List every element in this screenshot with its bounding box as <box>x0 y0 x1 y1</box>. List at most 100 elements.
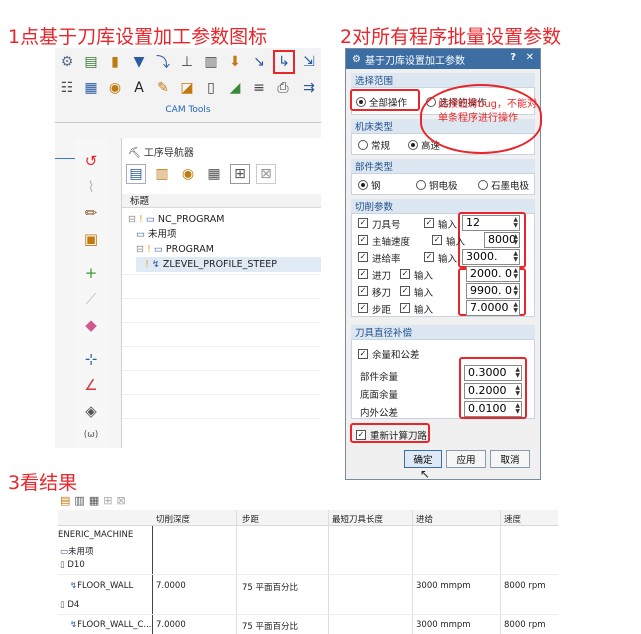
report-icon[interactable]: ▦ <box>81 78 101 98</box>
brush-icon[interactable]: ✏ <box>79 202 103 224</box>
col-minlen[interactable]: 最短刀具长度 <box>332 513 383 525</box>
program-icon[interactable]: ▤ <box>81 52 101 72</box>
table-row[interactable]: ▯ D10 <box>58 558 558 573</box>
create-icon[interactable]: ⊞ <box>103 494 112 507</box>
cube-icon[interactable]: ◈ <box>79 400 103 422</box>
shape-icon[interactable]: ◪ <box>177 78 197 98</box>
program-view-icon[interactable]: ▤ <box>60 494 70 507</box>
plus-icon[interactable]: + <box>79 262 103 284</box>
tool-path-icon[interactable]: ⚙ <box>57 52 77 72</box>
measure-icon[interactable]: (ω) <box>79 424 103 446</box>
col-depth[interactable]: 切削深度 <box>156 513 190 525</box>
caption-step1: 1点基于刀库设置加工参数图标 <box>8 26 268 48</box>
machine-view-icon[interactable]: ▥ <box>152 164 172 184</box>
tree-item-zlevel[interactable]: ! ↯ ZLEVEL_PROFILE_STEEP <box>136 257 321 272</box>
value-field[interactable]: 2000. 0 ▲ ▼ <box>466 266 520 282</box>
pen-icon[interactable]: ✎ <box>153 78 173 98</box>
part-stock-field[interactable]: 0.3000 ▲ ▼ <box>464 365 522 381</box>
help-button[interactable]: ? <box>510 52 516 63</box>
radio-graphite[interactable]: 石墨电极 <box>478 178 529 192</box>
close-button[interactable]: ✕ <box>526 52 534 63</box>
print-icon[interactable]: ⎙ <box>273 78 293 98</box>
machine-view-icon[interactable]: ▥ <box>74 494 84 507</box>
filter-icon[interactable]: ▼ <box>129 52 149 72</box>
clip-icon[interactable]: ⌇ <box>79 176 103 198</box>
input-checkbox[interactable]: ✓ <box>400 286 410 296</box>
lines-icon[interactable]: ≡ <box>249 78 269 98</box>
axis-icon[interactable]: ⊹ <box>79 348 103 370</box>
row-checkbox[interactable]: ✓ <box>358 235 368 245</box>
needle-icon[interactable]: ⟋ <box>79 288 103 310</box>
value-field[interactable]: 8000 ▲ ▼ <box>484 232 520 248</box>
sphere-icon[interactable]: ◉ <box>105 78 125 98</box>
column-header-title[interactable]: 标题 <box>130 194 149 209</box>
value-field[interactable]: 12 ▲ ▼ <box>462 215 520 231</box>
row-checkbox[interactable]: ✓ <box>358 218 368 228</box>
delete-icon[interactable]: ⊠ <box>256 164 276 184</box>
flow-icon[interactable]: ⇉ <box>299 78 319 98</box>
create-icon[interactable]: ⊞ <box>230 164 250 184</box>
radio-normal[interactable]: 常规 <box>358 138 390 152</box>
ok-button[interactable]: 确定 <box>404 450 442 468</box>
tree-item-nc-program[interactable]: ⊟ ! ▭ NC_PROGRAM <box>128 212 321 227</box>
text-icon[interactable]: A <box>129 78 149 98</box>
row-checkbox[interactable]: ✓ <box>358 252 368 262</box>
cutting-row: ✓ 进刀 ✓ 输入 2000. 0 ▲ ▼ <box>358 266 538 282</box>
diamond-icon[interactable]: ◆ <box>79 314 103 336</box>
library-param-icon[interactable]: ↳ <box>273 50 295 74</box>
value-field[interactable]: 7.0000 ▲ ▼ <box>466 300 520 316</box>
delete-icon[interactable]: ⊠ <box>116 494 125 507</box>
recalc-checkbox[interactable]: ✓ 重新计算刀路 <box>356 428 427 442</box>
document-icon[interactable]: ▯ <box>201 78 221 98</box>
col-speed[interactable]: 速度 <box>504 513 521 525</box>
input-checkbox[interactable]: ✓ <box>424 218 434 228</box>
table-row[interactable]: ▯ D4 <box>58 598 558 613</box>
tolerance-field[interactable]: 0.0100 ▲ ▼ <box>464 401 522 417</box>
box-icon[interactable]: ▣ <box>79 228 103 250</box>
method-view-icon[interactable]: ▦ <box>89 494 99 507</box>
navigator-title: 工序导航器 <box>143 148 194 159</box>
drop-icon[interactable]: ⬇ <box>225 52 245 72</box>
library-extra-icon[interactable]: ⇲ <box>299 52 319 72</box>
folder-icon: ▭ <box>145 214 155 225</box>
radio-all-operations[interactable]: 全部操作 <box>356 95 407 109</box>
arrow-icon[interactable]: ↘ <box>249 52 269 72</box>
navigator-pin-icon[interactable]: ⛏ <box>128 148 141 159</box>
input-label: 输入 <box>446 237 466 248</box>
chart-icon[interactable]: ◢ <box>225 78 245 98</box>
input-checkbox[interactable]: ✓ <box>400 269 410 279</box>
value-field[interactable]: 9900. 0 ▲ ▼ <box>466 283 520 299</box>
table-row[interactable]: ENERIC_MACHINE <box>58 528 558 543</box>
value-field[interactable]: 3000. ▲ ▼ <box>462 249 520 265</box>
list-icon[interactable]: ☷ <box>57 78 77 98</box>
row-checkbox[interactable]: ✓ <box>358 286 368 296</box>
geometry-view-icon[interactable]: ◉ <box>178 164 198 184</box>
cancel-button[interactable]: 取消 <box>490 450 530 468</box>
method-icon[interactable]: ▮ <box>105 52 125 72</box>
operation-icon[interactable]: ⊥ <box>177 52 197 72</box>
stock-toggle[interactable]: ✓ 余量和公差 <box>358 347 420 361</box>
input-checkbox[interactable]: ✓ <box>424 252 434 262</box>
col-feed[interactable]: 进给 <box>416 513 433 525</box>
undo-icon[interactable]: ↺ <box>79 150 103 172</box>
apply-button[interactable]: 应用 <box>446 450 486 468</box>
table-row[interactable]: ▭未用项 <box>58 543 558 558</box>
building-icon[interactable]: ▥ <box>201 52 221 72</box>
insert-icon[interactable]: ⤵ <box>153 52 173 72</box>
program-view-icon[interactable]: ▤ <box>126 164 146 184</box>
vertex-icon[interactable]: ∠ <box>79 374 103 396</box>
tree-item-unused[interactable]: ▭ 未用项 <box>136 227 321 242</box>
col-step[interactable]: 步距 <box>242 513 259 525</box>
tree-item-program[interactable]: ⊟ ! ▭ PROGRAM <box>136 242 321 257</box>
table-row[interactable]: ↯FLOOR_WALL_C... 7.0000 75 平面百分比 3000 mm… <box>58 614 558 634</box>
row-checkbox[interactable]: ✓ <box>358 303 368 313</box>
radio-steel[interactable]: 钢 <box>358 178 381 192</box>
floor-stock-field[interactable]: 0.2000 ▲ ▼ <box>464 383 522 399</box>
method-view-icon[interactable]: ▦ <box>204 164 224 184</box>
row-checkbox[interactable]: ✓ <box>358 269 368 279</box>
radio-copper[interactable]: 铜电极 <box>416 178 458 192</box>
dialog-titlebar[interactable]: ⚙ 基于刀库设置加工参数 ? ✕ <box>346 49 540 69</box>
input-checkbox[interactable]: ✓ <box>432 235 442 245</box>
input-checkbox[interactable]: ✓ <box>400 303 410 313</box>
table-row[interactable]: ↯FLOOR_WALL 7.0000 75 平面百分比 3000 mmpm 80… <box>58 574 558 596</box>
